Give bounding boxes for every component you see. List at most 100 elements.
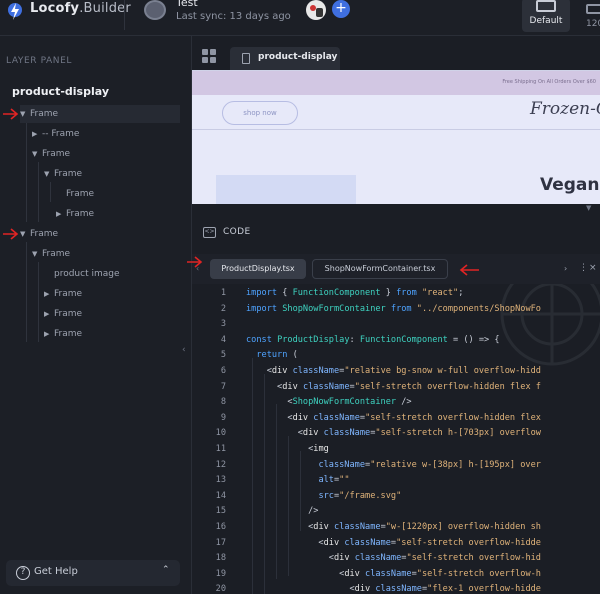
code-text: <div className="self-stretch overflow-hi… bbox=[277, 381, 541, 392]
code-panel: <> CODE ‹ ProductDisplay.tsx ShopNowForm… bbox=[192, 214, 600, 594]
code-line[interactable]: 12 className="relative w-[38px] h-[195px… bbox=[192, 458, 600, 474]
code-title: CODE bbox=[223, 227, 251, 237]
device-second-button[interactable]: 120 bbox=[580, 4, 600, 32]
layer-item[interactable]: Frame bbox=[56, 185, 94, 203]
line-number: 4 bbox=[220, 334, 226, 345]
layer-label: Frame bbox=[54, 289, 83, 299]
divider bbox=[124, 0, 125, 30]
code-line[interactable]: 18 <div className="self-stretch overflow… bbox=[192, 551, 600, 567]
layer-item[interactable]: product image bbox=[44, 265, 120, 283]
more-icon[interactable]: ⋮ bbox=[579, 263, 588, 273]
project-icon[interactable] bbox=[144, 0, 166, 20]
code-text: import ShopNowFormContainer from "../com… bbox=[246, 303, 541, 314]
expand-arrow-icon[interactable]: ▼ bbox=[20, 105, 30, 123]
expand-arrow-icon[interactable]: ▼ bbox=[20, 225, 30, 243]
layer-item[interactable]: ▶ Frame bbox=[44, 285, 82, 303]
brand-logo-text: Frozen-Co bbox=[530, 99, 600, 119]
line-number: 13 bbox=[215, 475, 226, 486]
line-number: 10 bbox=[215, 428, 226, 439]
expand-arrow-icon[interactable]: ▶ bbox=[44, 285, 54, 303]
get-help-button[interactable]: ? Get Help ⌃ bbox=[6, 560, 180, 586]
code-line[interactable]: 17 <div className="self-stretch overflow… bbox=[192, 536, 600, 552]
layer-item[interactable]: ▼ Frame bbox=[20, 225, 58, 243]
collapse-panel-icon[interactable]: ‹ bbox=[182, 345, 186, 355]
layer-root[interactable]: product-display bbox=[12, 85, 109, 98]
code-editor[interactable]: 1 import { FunctionComponent } from "reac… bbox=[192, 286, 600, 594]
code-tab-product-display[interactable]: ProductDisplay.tsx bbox=[210, 259, 306, 279]
code-line[interactable]: 9 <div className="self-stretch overflow-… bbox=[192, 411, 600, 427]
device-default-button[interactable]: Default bbox=[522, 0, 570, 32]
expand-arrow-icon[interactable]: ▶ bbox=[32, 125, 42, 143]
tree-guide bbox=[38, 262, 39, 342]
layer-label: product image bbox=[54, 269, 120, 279]
code-text: return ( bbox=[256, 350, 298, 361]
monitor-icon bbox=[536, 0, 556, 12]
code-text: alt="" bbox=[318, 475, 350, 486]
code-tabs: ‹ ProductDisplay.tsx ShopNowFormContaine… bbox=[192, 254, 600, 284]
layer-label: Frame bbox=[54, 309, 83, 319]
expand-arrow-icon[interactable]: ▶ bbox=[56, 205, 66, 223]
code-line[interactable]: 11 <img bbox=[192, 442, 600, 458]
tree-guide bbox=[38, 162, 39, 222]
tree-guide bbox=[50, 182, 51, 202]
avatar[interactable] bbox=[306, 0, 326, 20]
expand-arrow-icon[interactable]: ▼ bbox=[44, 165, 54, 183]
project-name[interactable]: Test bbox=[176, 0, 198, 9]
code-line[interactable]: 7 <div className="self-stretch overflow-… bbox=[192, 380, 600, 396]
divider bbox=[192, 129, 600, 130]
annotation-arrow-icon bbox=[187, 256, 203, 268]
code-line[interactable]: 10 <div className="self-stretch h-[703px… bbox=[192, 426, 600, 442]
design-preview[interactable]: Free Shipping On All Orders Over $60 sho… bbox=[192, 70, 600, 204]
code-line[interactable]: 4 const ProductDisplay: FunctionComponent… bbox=[192, 333, 600, 349]
code-line[interactable]: 13 alt="" bbox=[192, 473, 600, 489]
code-line[interactable]: 8 <ShopNowFormContainer /> bbox=[192, 395, 600, 411]
code-line[interactable]: 1 import { FunctionComponent } from "reac… bbox=[192, 286, 600, 302]
preview-heading: Vegan bbox=[540, 175, 600, 195]
layer-panel: LAYER PANEL product-display ▼ Frame ▶ -- F… bbox=[0, 36, 192, 594]
indent-guide bbox=[300, 451, 301, 531]
layer-item[interactable]: ▼ Frame bbox=[32, 245, 70, 263]
layer-item[interactable]: ▶ Frame bbox=[44, 325, 82, 343]
tree-guide bbox=[26, 242, 27, 342]
code-text: <div className="self-stretch h-[703px] o… bbox=[246, 428, 541, 439]
layer-label: Frame bbox=[66, 189, 95, 199]
layer-item[interactable]: ▶ Frame bbox=[44, 305, 82, 323]
code-line[interactable]: 6 <div className="relative bg-snow w-ful… bbox=[192, 364, 600, 380]
scroll-down-icon[interactable]: ▼ bbox=[586, 204, 591, 212]
expand-arrow-icon[interactable]: ▶ bbox=[44, 305, 54, 323]
line-number: 20 bbox=[215, 584, 226, 594]
layer-item[interactable]: ▼ Frame bbox=[44, 165, 82, 183]
add-user-button[interactable]: + bbox=[332, 0, 350, 18]
layer-item[interactable]: ▼ Frame bbox=[20, 105, 180, 123]
layer-item[interactable]: ▶ -- Frame bbox=[32, 125, 79, 143]
app-logo[interactable]: Locofy.Builder bbox=[30, 1, 131, 16]
expand-arrow-icon[interactable]: ▼ bbox=[32, 245, 42, 263]
code-line[interactable]: 19 <div className="self-stretch overflow… bbox=[192, 567, 600, 583]
code-line[interactable]: 20 <div className="flex-1 overflow-hidde bbox=[192, 582, 600, 594]
chevron-up-icon: ⌃ bbox=[162, 565, 170, 575]
layer-label: Frame bbox=[66, 209, 95, 219]
code-line[interactable]: 16 <div className="w-[1220px] overflow-h… bbox=[192, 520, 600, 536]
layer-label: Frame bbox=[42, 149, 71, 159]
line-number: 2 bbox=[220, 303, 226, 314]
layer-item[interactable]: ▶ Frame bbox=[56, 205, 94, 223]
code-line[interactable]: 5 return ( bbox=[192, 348, 600, 364]
code-tab-shop-now-form[interactable]: ShopNowFormContainer.tsx bbox=[312, 259, 448, 279]
line-number: 17 bbox=[215, 537, 226, 548]
locofy-bolt-icon bbox=[8, 3, 22, 20]
code-line[interactable]: 15 /> bbox=[192, 504, 600, 520]
chevron-right-icon[interactable]: › bbox=[564, 264, 567, 273]
get-help-label: Get Help bbox=[34, 566, 78, 577]
code-line[interactable]: 14 src="/frame.svg" bbox=[192, 489, 600, 505]
file-tab[interactable]: product-display bbox=[230, 47, 340, 71]
layer-item[interactable]: ▼ Frame bbox=[32, 145, 70, 163]
shop-now-button[interactable]: shop now bbox=[222, 101, 298, 125]
close-icon[interactable]: × bbox=[589, 263, 597, 273]
expand-arrow-icon[interactable]: ▶ bbox=[44, 325, 54, 343]
indent-guide bbox=[276, 404, 277, 579]
code-line[interactable]: 3 bbox=[192, 317, 600, 333]
grid-view-button[interactable] bbox=[202, 49, 218, 65]
annotation-arrow-icon bbox=[3, 108, 19, 120]
code-line[interactable]: 2 import ShopNowFormContainer from "../co… bbox=[192, 302, 600, 318]
expand-arrow-icon[interactable]: ▼ bbox=[32, 145, 42, 163]
